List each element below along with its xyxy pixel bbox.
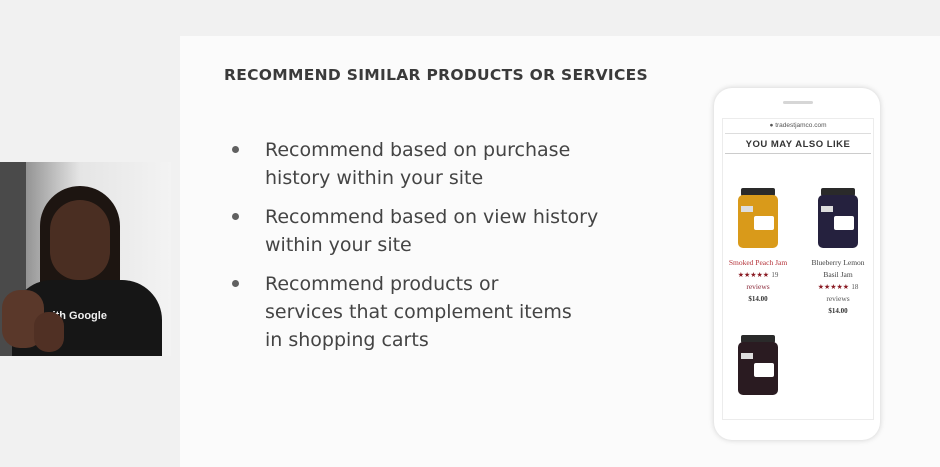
phone-screen: ● tradestjamco.com YOU MAY ALSO LIKE Smo… <box>722 118 874 420</box>
product-name-link[interactable]: Blueberry Lemon Basil Jam <box>806 257 870 281</box>
product-price: $14.00 <box>828 307 848 315</box>
url-bar[interactable]: ● tradestjamco.com <box>723 122 873 129</box>
bullet-item: Recommend based on purchase history with… <box>232 136 632 192</box>
bullet-dot-icon <box>232 213 239 220</box>
product-image-jar[interactable] <box>738 188 778 248</box>
bullet-dot-icon <box>232 146 239 153</box>
presenter-hand <box>34 312 64 352</box>
jar-label <box>754 216 774 230</box>
review-count: 19 <box>771 271 779 279</box>
product-price: $14.00 <box>748 295 768 303</box>
product-image-jar[interactable] <box>738 335 778 395</box>
product-name-link[interactable]: Smoked Peach Jam <box>726 257 790 269</box>
presenter-video: with Google <box>0 162 171 356</box>
product-name-line: Basil Jam <box>823 270 853 279</box>
reviews-link[interactable]: reviews <box>806 293 870 305</box>
jar-label-strip <box>821 206 833 212</box>
bullet-item: Recommend products or services that comp… <box>232 270 632 354</box>
star-rating-icon: ★★★★★ <box>737 271 770 279</box>
reviews-link[interactable]: reviews <box>726 281 790 293</box>
recommendations-heading: YOU MAY ALSO LIKE <box>745 139 851 150</box>
slide-title: RECOMMEND SIMILAR PRODUCTS OR SERVICES <box>224 66 648 84</box>
jar-label <box>754 363 774 377</box>
rating-stars: ★★★★★ 19 <box>726 269 790 281</box>
phone-mockup: ● tradestjamco.com YOU MAY ALSO LIKE Smo… <box>714 88 880 440</box>
bullet-item: Recommend based on view history within y… <box>232 203 632 259</box>
product-image-jar[interactable] <box>818 188 858 248</box>
bullet-text: Recommend based on view history within y… <box>265 206 599 256</box>
jar-label <box>834 216 854 230</box>
heading-divider <box>725 153 871 154</box>
presenter-head <box>50 200 110 280</box>
bullet-dot-icon <box>232 280 239 287</box>
review-count: 18 <box>851 283 859 291</box>
jar-label-strip <box>741 353 753 359</box>
product-name-line: Blueberry Lemon <box>811 258 865 267</box>
rating-stars: ★★★★★ 18 <box>806 281 870 293</box>
bullet-text: Recommend products or services that comp… <box>265 273 572 351</box>
star-rating-icon: ★★★★★ <box>817 283 850 291</box>
bullet-text: Recommend based on purchase history with… <box>265 139 571 189</box>
bullet-list: Recommend based on purchase history with… <box>232 136 632 365</box>
url-divider <box>725 133 871 134</box>
jar-label-strip <box>741 206 753 212</box>
phone-speaker <box>783 101 813 104</box>
